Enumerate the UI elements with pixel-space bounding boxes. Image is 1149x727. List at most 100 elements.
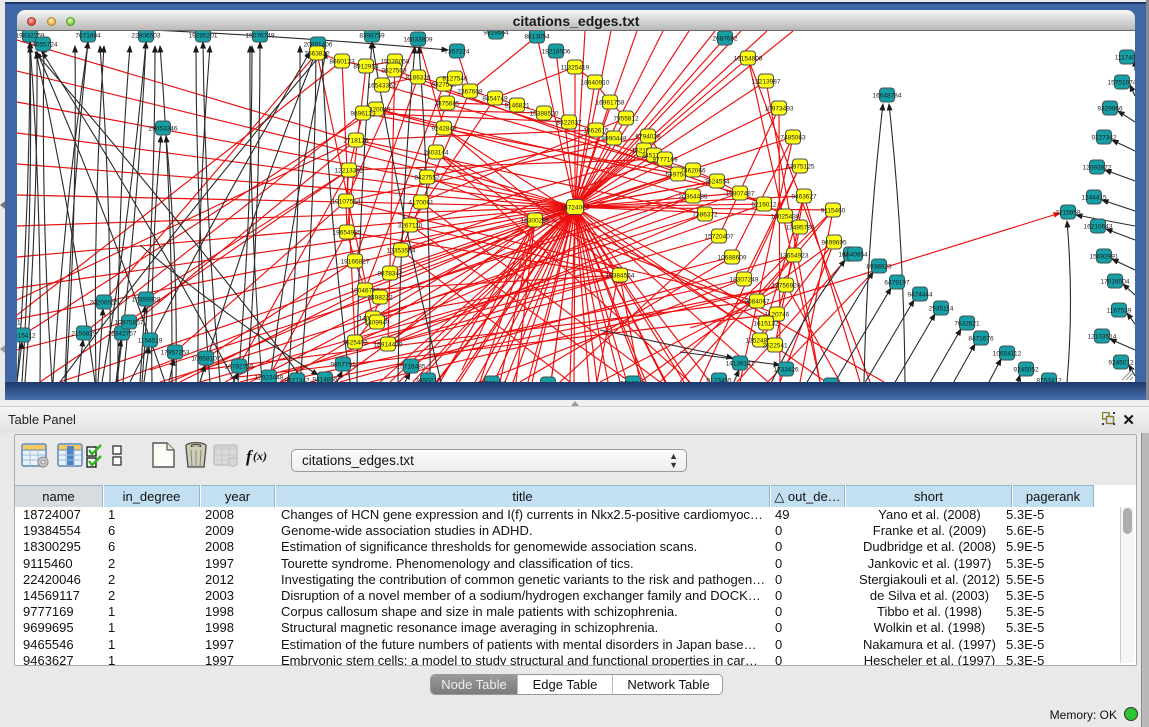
- svg-text:15716485: 15716485: [397, 364, 426, 371]
- svg-text:8471676: 8471676: [968, 336, 994, 343]
- svg-text:2087682: 2087682: [712, 36, 738, 43]
- svg-text:1615132: 1615132: [753, 321, 779, 328]
- svg-text:19285201: 19285201: [189, 33, 218, 40]
- svg-text:7632621: 7632621: [954, 321, 980, 328]
- svg-text:8878342: 8878342: [377, 271, 403, 278]
- svg-text:18724007: 18724007: [561, 205, 590, 212]
- svg-text:7450212: 7450212: [415, 378, 441, 383]
- svg-text:14139141: 14139141: [726, 361, 755, 368]
- svg-text:29053346: 29053346: [149, 126, 178, 133]
- svg-text:10654112: 10654112: [993, 351, 1022, 358]
- svg-text:19166827: 19166827: [341, 259, 370, 266]
- svg-text:10107554: 10107554: [332, 199, 361, 206]
- svg-text:7485063: 7485063: [780, 135, 806, 142]
- svg-text:8123455: 8123455: [706, 378, 732, 383]
- svg-text:3915412: 3915412: [17, 333, 36, 340]
- svg-text:9463627: 9463627: [791, 194, 817, 201]
- svg-text:16033809: 16033809: [404, 37, 433, 44]
- svg-text:10973493: 10973493: [765, 106, 794, 113]
- svg-text:19654985: 19654985: [333, 230, 362, 237]
- svg-text:9146821: 9146821: [504, 103, 530, 110]
- svg-text:9242848: 9242848: [431, 126, 457, 133]
- svg-text:9245052: 9245052: [1013, 367, 1039, 374]
- svg-text:8660123: 8660123: [329, 59, 355, 66]
- svg-text:9474444: 9474444: [907, 292, 933, 299]
- svg-text:1167539: 1167539: [1107, 308, 1132, 315]
- svg-text:7663822: 7663822: [304, 51, 330, 58]
- svg-text:6216012: 6216012: [751, 202, 777, 209]
- svg-text:1244415: 1244415: [1081, 195, 1107, 202]
- svg-text:8322037: 8322037: [556, 120, 582, 127]
- svg-text:9084067: 9084067: [744, 299, 770, 306]
- svg-text:10923412: 10923412: [478, 381, 507, 383]
- svg-text:8571342: 8571342: [284, 378, 310, 383]
- svg-text:9896123: 9896123: [350, 111, 376, 118]
- svg-text:1362615: 1362615: [583, 128, 609, 135]
- svg-text:17016504: 17016504: [1101, 279, 1130, 286]
- svg-text:15751074: 15751074: [1108, 80, 1135, 87]
- svg-text:14055724: 14055724: [29, 42, 58, 49]
- svg-text:15692991: 15692991: [1090, 254, 1119, 261]
- svg-text:8793412: 8793412: [1036, 378, 1062, 383]
- svg-text:9777169: 9777169: [652, 157, 678, 164]
- svg-text:8912954: 8912954: [353, 64, 379, 71]
- svg-text:18300295: 18300295: [521, 218, 550, 225]
- svg-text:8813054: 8813054: [524, 34, 550, 41]
- svg-text:7386372: 7386372: [692, 212, 718, 219]
- svg-text:12103514: 12103514: [1088, 334, 1117, 341]
- svg-text:1117405: 1117405: [1115, 55, 1135, 62]
- svg-text:(x): (x): [253, 449, 267, 463]
- svg-text:7955812: 7955812: [613, 116, 639, 123]
- svg-text:3267110: 3267110: [398, 223, 423, 230]
- svg-text:8396759: 8396759: [359, 33, 385, 40]
- svg-text:13353594: 13353594: [387, 248, 416, 255]
- svg-text:7671884: 7671884: [75, 33, 101, 40]
- svg-text:1154519: 1154519: [138, 338, 163, 345]
- svg-text:9227342: 9227342: [1091, 135, 1117, 142]
- svg-text:4170061: 4170061: [408, 200, 434, 207]
- svg-text:20364436: 20364436: [679, 194, 708, 201]
- svg-text:8990448: 8990448: [601, 136, 627, 143]
- svg-text:3215958: 3215958: [1055, 210, 1081, 217]
- svg-text:10975857: 10975857: [115, 320, 144, 327]
- svg-text:2803144: 2803144: [423, 150, 449, 157]
- svg-text:10025438: 10025438: [771, 214, 800, 221]
- svg-text:9245012: 9245012: [1108, 360, 1134, 367]
- svg-text:8045123: 8045123: [535, 382, 561, 383]
- svg-text:6479197: 6479197: [884, 280, 910, 287]
- svg-text:12923448: 12923448: [255, 375, 284, 382]
- svg-text:15720407: 15720407: [705, 234, 734, 241]
- svg-text:8127546: 8127546: [442, 76, 468, 83]
- svg-text:9819564: 9819564: [483, 31, 509, 37]
- svg-text:15076749: 15076749: [246, 33, 275, 40]
- svg-text:16154808: 16154808: [734, 56, 763, 63]
- svg-text:1409949: 1409949: [364, 320, 390, 327]
- svg-text:2522541: 2522541: [762, 343, 788, 350]
- svg-text:6794028: 6794028: [635, 134, 661, 141]
- svg-text:18640910: 18640910: [581, 80, 610, 87]
- svg-text:12213382: 12213382: [335, 168, 364, 175]
- svg-text:9414855: 9414855: [312, 377, 338, 383]
- svg-text:16914479: 16914479: [374, 342, 403, 349]
- svg-text:16543362: 16543362: [368, 83, 397, 90]
- svg-text:10958107: 10958107: [192, 356, 221, 363]
- svg-text:2156829: 2156829: [71, 331, 97, 338]
- svg-text:13495786: 13495786: [786, 225, 815, 232]
- svg-text:9329966: 9329966: [1097, 106, 1123, 113]
- svg-text:8186328: 8186328: [405, 75, 431, 82]
- svg-text:12093872: 12093872: [1083, 165, 1112, 172]
- svg-text:8938923: 8938923: [866, 264, 892, 271]
- svg-text:17957253: 17957253: [161, 350, 190, 357]
- svg-text:12213987: 12213987: [752, 79, 781, 86]
- svg-text:15388520: 15388520: [530, 111, 559, 118]
- svg-text:7357224: 7357224: [444, 49, 470, 56]
- svg-text:9857791: 9857791: [330, 362, 356, 369]
- svg-text:19218506: 19218506: [542, 49, 571, 56]
- svg-text:9827503: 9827503: [381, 68, 407, 75]
- svg-text:3875685: 3875685: [434, 101, 460, 108]
- svg-text:16961758: 16961758: [596, 100, 625, 107]
- svg-text:12975125: 12975125: [786, 164, 815, 171]
- svg-text:2718126: 2718126: [343, 138, 369, 145]
- svg-text:20206555: 20206555: [90, 300, 119, 307]
- svg-text:11325419: 11325419: [561, 65, 590, 72]
